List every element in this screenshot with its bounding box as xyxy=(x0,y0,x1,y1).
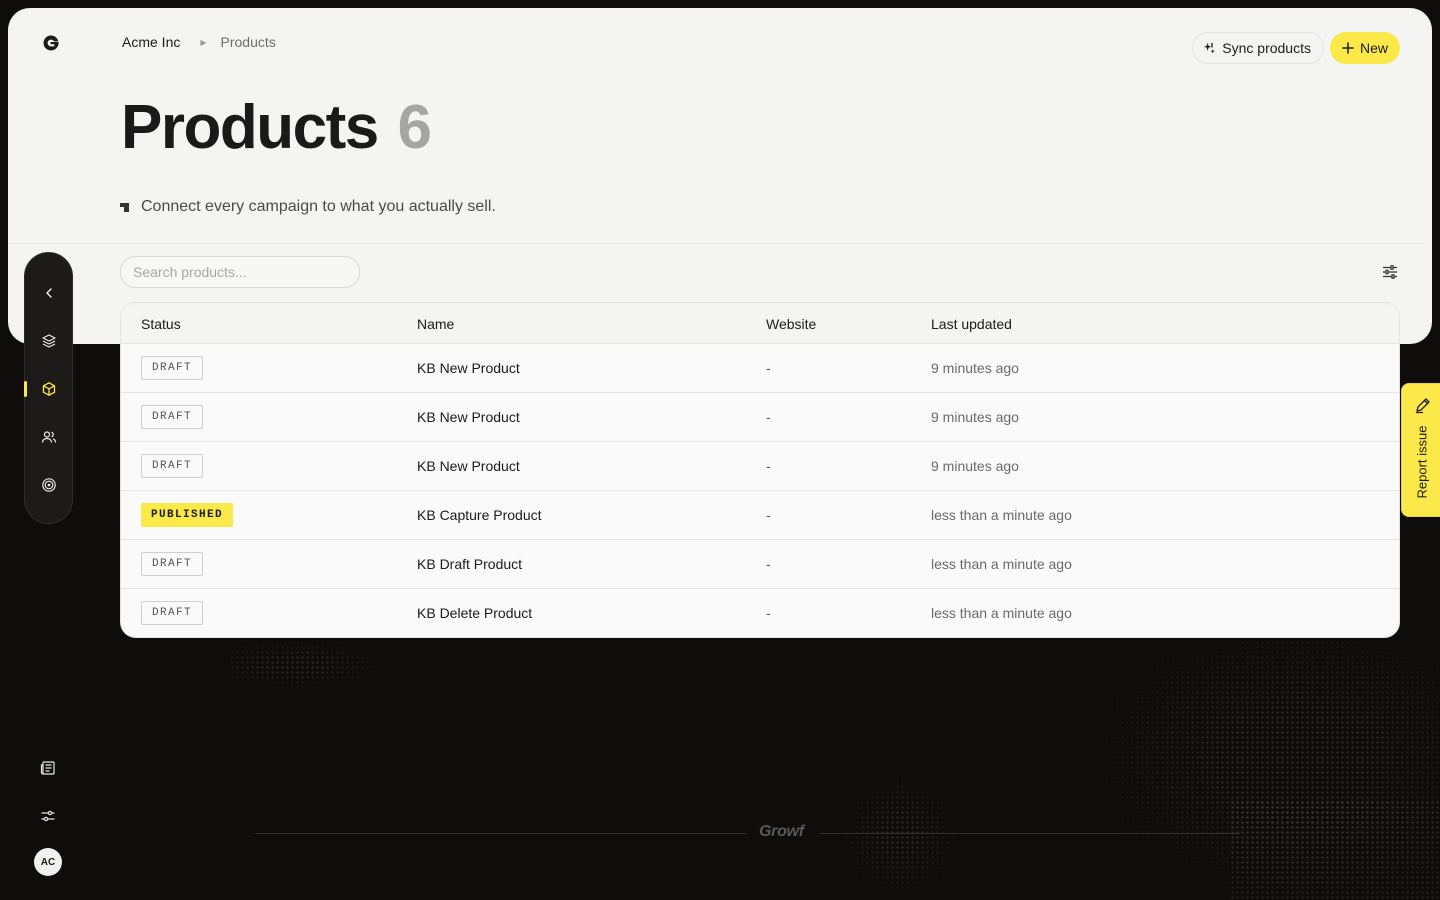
new-product-label: New xyxy=(1359,40,1388,56)
report-issue-label: Report issue xyxy=(1414,425,1430,499)
sync-products-button[interactable]: Sync products xyxy=(1192,32,1324,64)
page-title-text: Products xyxy=(121,93,379,162)
user-avatar[interactable]: AC xyxy=(34,848,62,876)
sidebar-item-campaigns[interactable] xyxy=(25,469,72,501)
product-website: - xyxy=(766,409,771,425)
sidebar-nav xyxy=(24,252,73,524)
column-header-last-updated[interactable]: Last updated xyxy=(931,316,1012,332)
product-last-updated: less than a minute ago xyxy=(931,507,1072,523)
product-name[interactable]: KB Capture Product xyxy=(417,507,542,523)
settings-sliders-icon xyxy=(41,810,55,822)
newspaper-icon xyxy=(40,761,55,775)
search-products-input[interactable] xyxy=(120,256,360,288)
table-row[interactable]: DRAFT KB New Product - 9 minutes ago xyxy=(121,442,1399,491)
pencil-icon xyxy=(1415,398,1430,414)
footer-divider xyxy=(255,833,747,834)
status-badge: PUBLISHED xyxy=(141,503,234,527)
sidebar-item-products[interactable] xyxy=(25,373,72,405)
layers-icon xyxy=(41,334,56,348)
status-badge: DRAFT xyxy=(141,405,204,429)
report-issue-button[interactable]: Report issue xyxy=(1401,383,1440,517)
product-website: - xyxy=(766,507,771,523)
background-dot-pattern xyxy=(230,640,390,690)
product-website: - xyxy=(766,605,771,621)
sidebar-collapse-button[interactable] xyxy=(25,277,72,309)
sparkle-icon xyxy=(1204,42,1216,53)
product-last-updated: less than a minute ago xyxy=(931,556,1072,572)
table-header: Status Name Website Last updated xyxy=(121,303,1399,344)
product-name[interactable]: KB New Product xyxy=(417,458,520,474)
box-icon xyxy=(42,382,55,396)
product-name[interactable]: KB Delete Product xyxy=(417,605,532,621)
page-title: Products 6 xyxy=(121,92,432,163)
footer-divider xyxy=(820,833,1240,834)
sidebar-item-users[interactable] xyxy=(25,421,72,453)
product-website: - xyxy=(766,458,771,474)
chevron-left-icon xyxy=(45,288,52,298)
header-actions: Sync products New xyxy=(1192,32,1400,64)
product-last-updated: 9 minutes ago xyxy=(931,360,1019,376)
status-badge: DRAFT xyxy=(141,454,204,478)
product-last-updated: less than a minute ago xyxy=(931,605,1072,621)
product-website: - xyxy=(766,556,771,572)
footer-brand-logo: Growf xyxy=(759,823,804,840)
new-product-button[interactable]: New xyxy=(1329,32,1400,64)
products-table: Status Name Website Last updated DRAFT K… xyxy=(120,302,1400,638)
table-row[interactable]: DRAFT KB Draft Product - less than a min… xyxy=(121,540,1399,589)
status-badge: DRAFT xyxy=(141,601,204,625)
product-last-updated: 9 minutes ago xyxy=(931,409,1019,425)
breadcrumb-separator-icon: ▶ xyxy=(200,37,207,47)
table-row[interactable]: DRAFT KB New Product - 9 minutes ago xyxy=(121,344,1399,393)
column-header-name[interactable]: Name xyxy=(417,316,454,332)
docs-button[interactable] xyxy=(38,758,58,778)
table-row[interactable]: DRAFT KB New Product - 9 minutes ago xyxy=(121,393,1399,442)
header-divider xyxy=(8,243,1424,244)
table-settings-button[interactable] xyxy=(1380,262,1400,282)
status-badge: DRAFT xyxy=(141,356,204,380)
product-website: - xyxy=(766,360,771,376)
settings-button[interactable] xyxy=(38,806,58,826)
subtitle-marker-icon xyxy=(120,202,129,212)
column-header-status[interactable]: Status xyxy=(141,316,181,332)
growf-logo-icon[interactable] xyxy=(41,33,61,53)
sidebar-item-layers[interactable] xyxy=(25,325,72,357)
page-subtitle-text: Connect every campaign to what you actua… xyxy=(141,198,496,215)
breadcrumb-current-page: Products xyxy=(220,34,276,50)
product-name[interactable]: KB New Product xyxy=(417,409,520,425)
column-header-website[interactable]: Website xyxy=(766,316,816,332)
product-name[interactable]: KB Draft Product xyxy=(417,556,522,572)
table-row[interactable]: DRAFT KB Delete Product - less than a mi… xyxy=(121,589,1399,637)
sliders-icon xyxy=(1383,265,1397,279)
product-last-updated: 9 minutes ago xyxy=(931,458,1019,474)
table-row[interactable]: PUBLISHED KB Capture Product - less than… xyxy=(121,491,1399,540)
background-dot-pattern xyxy=(840,770,960,900)
background-dot-pattern xyxy=(1230,800,1440,900)
header-panel: Acme Inc ▶ Products Sync products New Pr… xyxy=(8,8,1432,344)
product-count: 6 xyxy=(397,93,431,162)
sync-products-label: Sync products xyxy=(1222,40,1311,56)
breadcrumb: Acme Inc ▶ Products xyxy=(122,34,276,50)
users-icon xyxy=(41,431,56,443)
page-subtitle: Connect every campaign to what you actua… xyxy=(120,198,496,216)
breadcrumb-org-link[interactable]: Acme Inc xyxy=(122,34,180,50)
plus-icon xyxy=(1342,42,1354,54)
target-icon xyxy=(41,478,56,492)
status-badge: DRAFT xyxy=(141,552,204,576)
product-name[interactable]: KB New Product xyxy=(417,360,520,376)
